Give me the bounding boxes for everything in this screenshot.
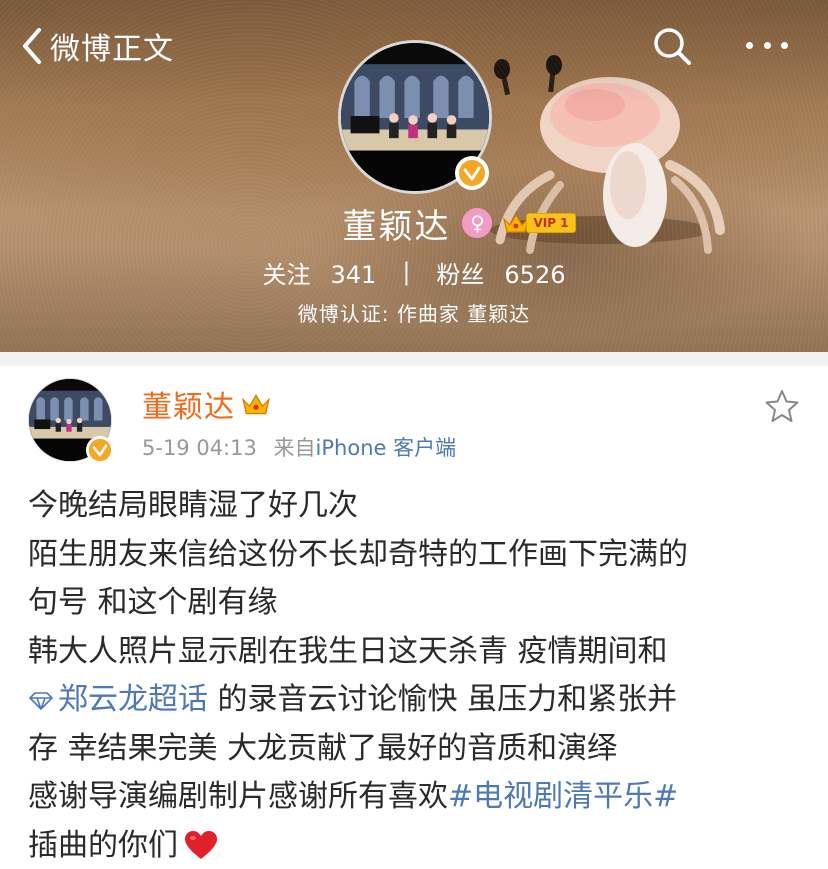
- post-text-line: 今晚结局眼睛湿了好几次: [28, 488, 358, 523]
- search-button[interactable]: [650, 24, 694, 68]
- followers-label: 粉丝: [436, 260, 485, 289]
- post-text-line: 插曲的你们: [28, 822, 808, 869]
- more-options-button[interactable]: [740, 30, 794, 60]
- post-text-line: 陌生朋友来信给这份不长却奇特的工作画下完满的: [28, 536, 688, 572]
- post-text-line: 句号 和这个剧有缘: [28, 585, 278, 620]
- star-icon: [765, 390, 799, 422]
- post-author-name[interactable]: 董颖达: [142, 382, 235, 426]
- crown-icon[interactable]: [241, 391, 271, 417]
- post-meta: 5-19 04:13 来自iPhone 客户端: [142, 432, 456, 462]
- post-text-segment: 感谢导演编剧制片感谢所有喜欢: [28, 779, 448, 814]
- section-separator: [0, 352, 828, 366]
- following-count: 341: [330, 260, 377, 289]
- more-dot: [781, 41, 788, 49]
- vip-badge[interactable]: VIP 1: [502, 211, 576, 235]
- post-text-line: 感谢导演编剧制片感谢所有喜欢#电视剧清平乐#: [28, 773, 808, 822]
- super-topic-label: 郑云龙超话: [58, 682, 208, 717]
- post-body: 今晚结局眼睛湿了好几次 陌生朋友来信给这份不长却奇特的工作画下完满的 句号 和这…: [28, 482, 808, 869]
- post-source-prefix: 来自: [273, 436, 316, 460]
- verified-badge-icon: [459, 160, 485, 186]
- followers-stat[interactable]: 粉丝 6526: [436, 255, 565, 290]
- female-symbol-icon: ♀: [462, 208, 493, 238]
- favorite-button[interactable]: [764, 388, 800, 424]
- back-button[interactable]: 微博正文: [20, 24, 174, 68]
- chevron-left-icon: [23, 28, 41, 64]
- diamond-topic-icon: [29, 691, 53, 710]
- following-stat[interactable]: 关注 341: [263, 255, 377, 290]
- vip-level-label: VIP 1: [526, 213, 576, 233]
- post-text-segment: 插曲的你们: [28, 827, 178, 863]
- profile-stats: 关注 341 | 粉丝 6526: [0, 254, 828, 290]
- post-text-segment: 的录音云讨论愉快 虽压力和紧张并: [208, 682, 678, 717]
- page-title: 微博正文: [50, 32, 174, 67]
- verification-text: 微博认证: 作曲家 董颖达: [297, 302, 531, 326]
- profile-name-row: 董颖达 ♀ VIP 1: [0, 199, 828, 248]
- post-text-line: 韩大人照片显示剧在我生日这天杀青 疫情期间和: [28, 633, 668, 669]
- search-icon: [654, 28, 691, 65]
- following-label: 关注: [262, 260, 311, 289]
- verified-badge: [455, 156, 489, 190]
- more-dot: [763, 41, 771, 49]
- post-source-link[interactable]: iPhone 客户端: [316, 436, 457, 460]
- stats-divider: |: [402, 258, 411, 286]
- more-dot: [746, 41, 753, 49]
- super-topic-link[interactable]: 郑云龙超话: [28, 682, 208, 717]
- post-author-row: 董颖达: [142, 382, 271, 426]
- post-time: 5-19 04:13: [142, 436, 257, 460]
- followers-count: 6526: [504, 260, 566, 289]
- profile-name[interactable]: 董颖达: [342, 199, 450, 248]
- verified-badge-icon: [88, 438, 112, 462]
- hashtag-link[interactable]: #电视剧清平乐#: [448, 779, 678, 814]
- post-verified-badge: [86, 436, 114, 464]
- heart-emoji-icon: [185, 831, 217, 859]
- post-text-line: 郑云龙超话 的录音云讨论愉快 虽压力和紧张并: [28, 676, 808, 725]
- post-text-line: 存 幸结果完美 大龙贡献了最好的音质和演绎: [28, 730, 618, 766]
